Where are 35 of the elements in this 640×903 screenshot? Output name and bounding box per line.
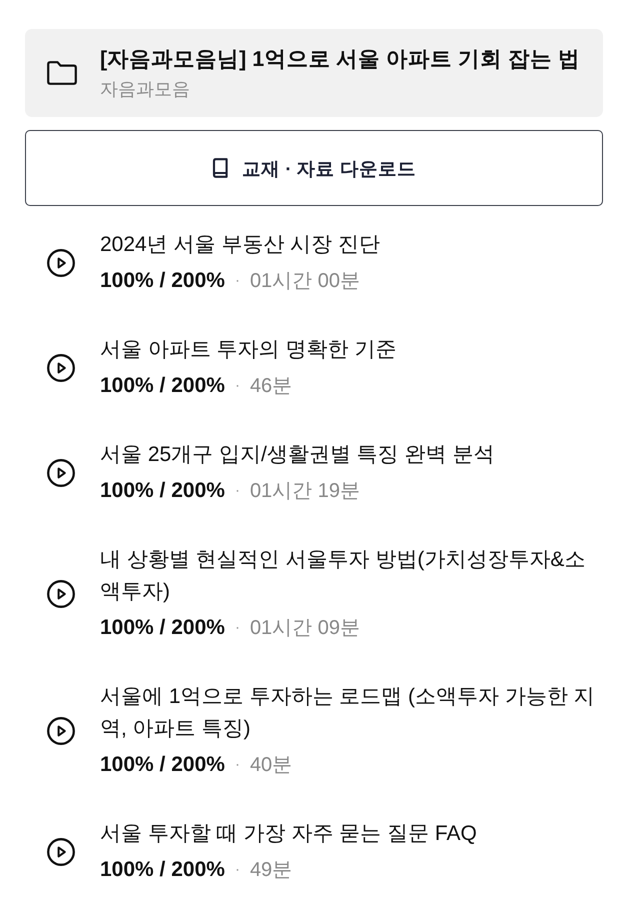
play-icon[interactable] [47, 458, 75, 486]
lesson-title: 서울 아파트 투자의 명확한 기준 [100, 337, 398, 363]
lesson-ratio: 100% / 200% [100, 615, 225, 641]
folder-icon [47, 61, 77, 85]
lesson-title: 서울 투자할 때 가장 자주 묻는 질문 FAQ [100, 821, 478, 847]
lesson-ratio: 100% / 200% [100, 857, 225, 883]
separator-dot: · [234, 376, 240, 396]
lesson-duration: 49분 [250, 858, 292, 883]
lesson-title: 2024년 서울 부동산 시장 진단 [100, 232, 382, 258]
lesson-duration: 01시간 00분 [250, 269, 360, 294]
lesson-ratio: 100% / 200% [100, 373, 225, 399]
lesson-ratio: 100% / 200% [100, 268, 225, 294]
separator-dot: · [234, 481, 240, 501]
course-title: [자음과모음님] 1억으로 서울 아파트 기회 잡는 법 [100, 46, 580, 73]
lesson-duration: 46분 [250, 374, 292, 399]
lesson-ratio: 100% / 200% [100, 478, 225, 504]
separator-dot: · [234, 271, 240, 291]
download-button[interactable]: 교재 · 자료 다운로드 [25, 130, 603, 206]
lesson-duration: 01시간 19분 [250, 479, 360, 504]
lesson-title: 내 상황별 현실적인 서울투자 방법(가치성장투자&소액투자) [100, 547, 586, 605]
separator-dot: · [234, 755, 240, 775]
lesson-title: 서울에 1억으로 투자하는 로드맵 (소액투자 가능한 지역, 아파트 특징) [100, 684, 596, 742]
play-icon[interactable] [47, 580, 75, 608]
play-icon[interactable] [47, 716, 75, 744]
lesson-duration: 40분 [250, 753, 292, 778]
lesson-title: 서울 25개구 입지/생활권별 특징 완벽 분석 [100, 442, 496, 468]
separator-dot: · [234, 860, 240, 880]
play-icon[interactable] [47, 354, 75, 382]
course-author: 자음과모음 [100, 78, 191, 101]
book-icon [212, 158, 228, 178]
separator-dot: · [234, 618, 240, 638]
play-icon[interactable] [47, 838, 75, 866]
play-icon[interactable] [47, 248, 75, 276]
lesson-duration: 01시간 09분 [250, 616, 360, 641]
lesson-ratio: 100% / 200% [100, 752, 225, 778]
